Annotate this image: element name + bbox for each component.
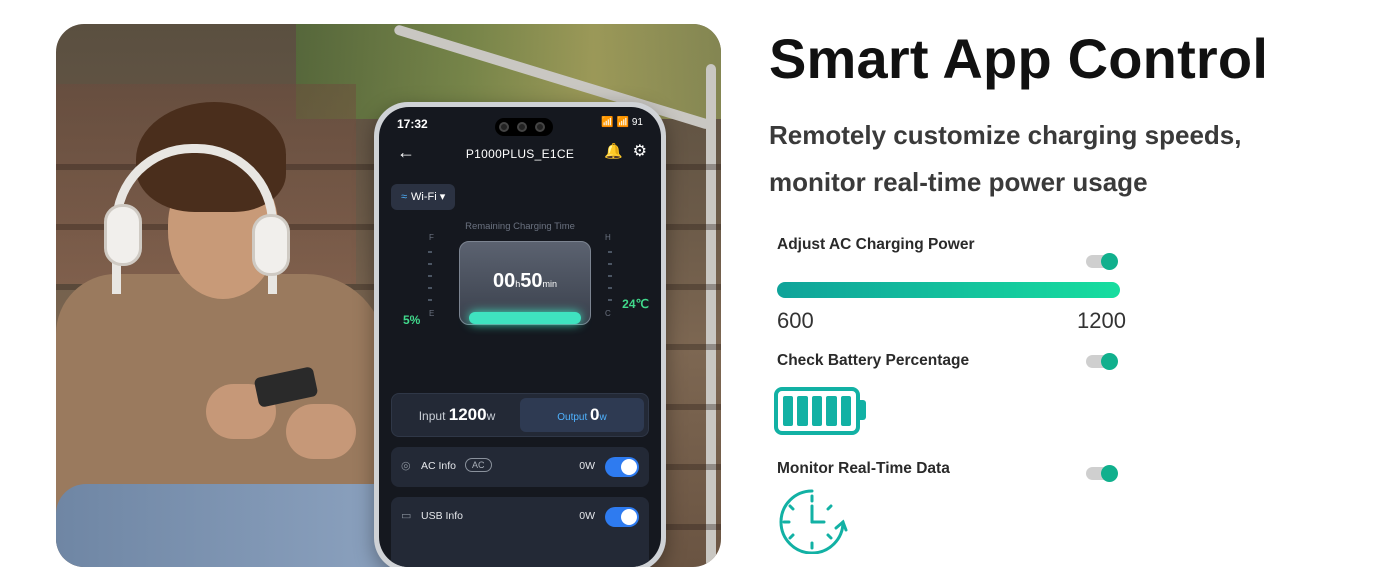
- battery-tip: [860, 400, 866, 420]
- gauge-tick: [608, 299, 612, 301]
- ac-badge: AC: [465, 458, 492, 472]
- station-light-strip: [469, 312, 581, 324]
- ac-toggle-switch[interactable]: [605, 457, 639, 477]
- phone-mockup: 17:32 📶 📶 91 ← P1000PLUS_E1CE 🔔 ⚙ ≈ Wi-Fi…: [374, 102, 666, 567]
- usb-power-value: 0W: [579, 510, 595, 522]
- ac-power-max: 1200: [1077, 308, 1126, 333]
- gauge-tick: [428, 299, 432, 301]
- wifi-label: Wi-Fi: [411, 191, 437, 203]
- feature-realtime-label: Monitor Real-Time Data: [777, 460, 950, 477]
- gauge-empty-label: E: [429, 309, 435, 318]
- page-title: Smart App Control: [769, 27, 1269, 90]
- ac-info-row[interactable]: ◎ AC Info AC 0W: [391, 447, 649, 487]
- battery-cell: [811, 396, 823, 426]
- gauge-full-label: F: [429, 233, 434, 242]
- usb-info-label: USB Info: [421, 510, 464, 522]
- app-header: ← P1000PLUS_E1CE 🔔 ⚙: [379, 139, 661, 169]
- person-hand: [286, 404, 356, 459]
- temperature-gauge: H C: [603, 229, 617, 319]
- ac-power-slider[interactable]: [777, 282, 1120, 298]
- headphone-cup-left: [104, 204, 142, 266]
- input-label: Input: [418, 409, 446, 423]
- feature-battery-label: Check Battery Percentage: [777, 352, 970, 369]
- lifestyle-photo: 17:32 📶 📶 91 ← P1000PLUS_E1CE 🔔 ⚙ ≈ Wi-Fi…: [56, 24, 721, 567]
- remaining-charging-label: Remaining Charging Time: [465, 221, 575, 232]
- settings-icon[interactable]: ⚙: [633, 141, 647, 161]
- gauge-tick: [608, 263, 612, 265]
- battery-cell: [826, 396, 837, 426]
- status-icons: 📶 📶 91: [601, 117, 643, 128]
- ac-power-value: 0W: [579, 460, 595, 472]
- handrail-post: [706, 64, 716, 567]
- battery-cell: [783, 396, 794, 426]
- wifi-dropdown[interactable]: ≈ Wi-Fi ▾: [391, 184, 456, 210]
- subtitle-line: monitor real-time power usage: [769, 167, 1148, 197]
- subtitle-line: Remotely customize charging speeds,: [769, 120, 1242, 150]
- output-label: Output: [557, 412, 588, 423]
- output-unit: w: [599, 412, 607, 423]
- ac-info-label: AC Info: [421, 460, 457, 472]
- gauge-tick: [608, 251, 612, 253]
- input-unit: w: [486, 409, 496, 423]
- usb-toggle-switch[interactable]: [605, 507, 639, 527]
- timer-hours: 00: [492, 270, 516, 292]
- battery-toggle[interactable]: [1086, 353, 1118, 370]
- clock-icon: [779, 489, 848, 554]
- gauge-tick: [428, 263, 432, 265]
- ac-outlet-icon: ◎: [401, 460, 411, 472]
- battery-cell: [840, 396, 852, 426]
- input-output-panel: Input 1200w Output 0w: [391, 393, 649, 437]
- gauge-tick: [428, 275, 432, 277]
- headphone-cup-right: [252, 214, 290, 276]
- app-screen: 17:32 📶 📶 91 ← P1000PLUS_E1CE 🔔 ⚙ ≈ Wi-Fi…: [379, 107, 661, 567]
- camera-lens: [535, 122, 545, 132]
- input-value: 1200: [448, 405, 487, 424]
- timer-minutes: 50: [520, 270, 543, 292]
- charging-timer: 00h50min: [460, 270, 590, 293]
- usb-port-icon: ▭: [401, 510, 412, 522]
- gauge-cold-label: C: [605, 309, 611, 318]
- battery-percent: 5%: [403, 313, 421, 327]
- battery-cell: [797, 396, 808, 426]
- camera-lens: [499, 122, 509, 132]
- gauge-tick: [428, 251, 432, 253]
- page-subtitle: Remotely customize charging speeds, moni…: [769, 112, 1369, 206]
- bell-icon[interactable]: 🔔: [604, 142, 623, 160]
- feature-ac-power-label: Adjust AC Charging Power: [777, 236, 975, 253]
- ac-power-toggle[interactable]: [1086, 253, 1118, 270]
- temperature-value: 24℃: [622, 297, 649, 311]
- gauge-tick: [608, 287, 612, 289]
- ac-power-min: 600: [777, 308, 814, 333]
- usb-info-row[interactable]: ▭ USB Info 0W: [391, 497, 649, 567]
- battery-icon: [774, 387, 860, 435]
- camera-cutout: [495, 118, 553, 136]
- input-readout: Input 1200w: [392, 394, 522, 436]
- gauge-tick: [428, 287, 432, 289]
- battery-gauge: F E: [423, 229, 437, 319]
- timer-min-unit: min: [542, 279, 558, 289]
- status-time: 17:32: [397, 117, 428, 131]
- wifi-icon: ≈: [401, 191, 408, 203]
- camera-lens: [517, 122, 527, 132]
- output-value: 0: [590, 405, 600, 424]
- gauge-tick: [608, 275, 612, 277]
- output-readout: Output 0w: [520, 398, 644, 432]
- realtime-toggle[interactable]: [1086, 465, 1118, 482]
- gauge-hot-label: H: [605, 233, 611, 242]
